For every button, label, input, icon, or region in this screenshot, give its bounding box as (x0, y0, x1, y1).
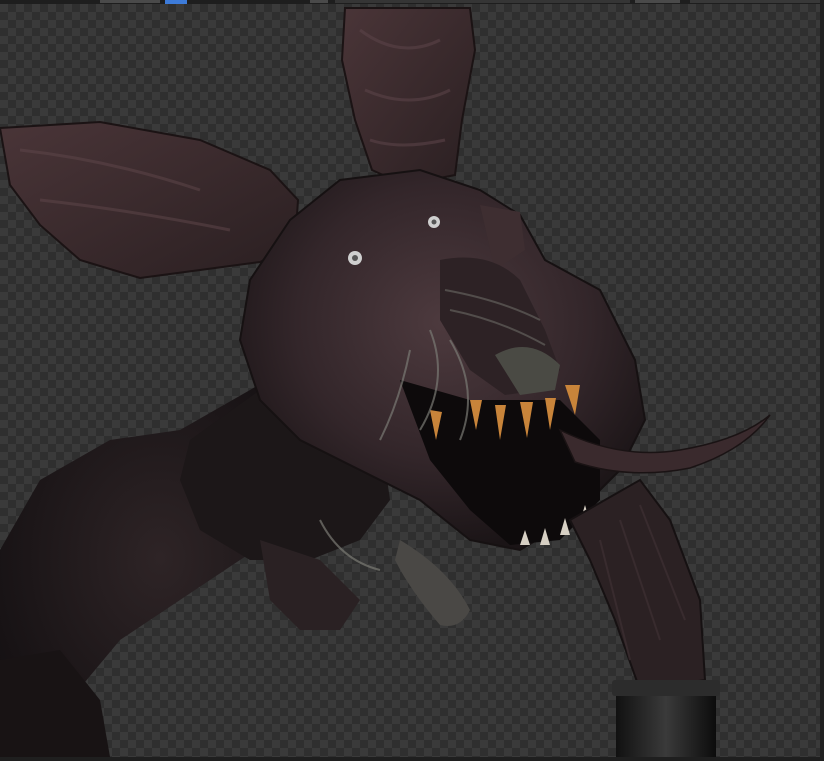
left-ear (0, 120, 300, 280)
app-window (0, 0, 824, 761)
right-arm (568, 478, 707, 692)
viewport-bottom-border (0, 757, 824, 761)
claw-hand (260, 540, 470, 630)
right-ear (340, 7, 477, 187)
creature-model-render (0, 7, 771, 757)
endoskeleton-tube (612, 680, 720, 757)
viewport-right-border (820, 0, 824, 761)
